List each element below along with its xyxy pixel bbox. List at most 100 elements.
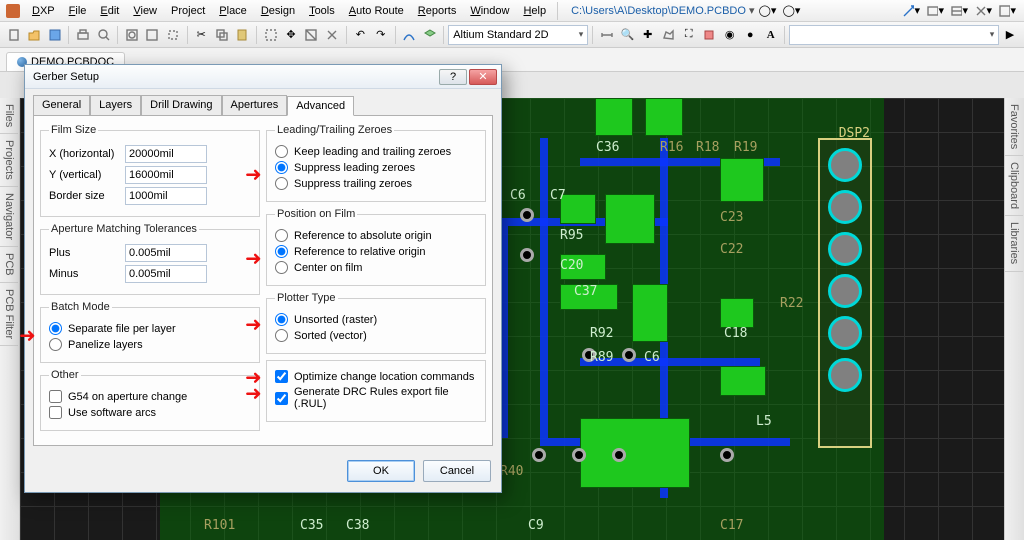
rail-projects[interactable]: Projects [0,134,18,187]
menu-view[interactable]: View [127,3,163,19]
menu-tools[interactable]: Tools [303,3,341,19]
check-g54[interactable] [49,390,62,403]
toolbar-1: ✂ ✥ ↶ ↷ Altium Standard 2D 🔍 ✚ ⛶ ◉ ● A ▶ [0,22,1024,48]
copy-icon[interactable] [213,26,230,44]
filter-go-icon[interactable]: ▶ [1001,26,1018,44]
aperture-minus-input[interactable] [125,265,207,283]
open-icon[interactable] [25,26,42,44]
check-softarcs[interactable] [49,406,62,419]
menu-reports[interactable]: Reports [412,3,463,19]
tb-comp-icon[interactable] [701,26,718,44]
radio-rel-origin[interactable] [275,245,288,258]
zoom-fit-icon[interactable] [144,26,161,44]
dialog-title: Gerber Setup [33,71,99,83]
preview-icon[interactable] [95,26,112,44]
rail-files[interactable]: Files [0,98,18,134]
check-optimize[interactable] [275,370,288,383]
film-x-input[interactable] [125,145,207,163]
film-border-input[interactable] [125,187,207,205]
tb-pad-icon[interactable]: ● [741,26,758,44]
filter-dropdown[interactable] [789,25,999,45]
menu-file[interactable]: File [63,3,93,19]
save-icon[interactable] [46,26,63,44]
radio-suppress-trailing[interactable] [275,177,288,190]
group-plotter: ➜ Plotter Type Unsorted (raster) Sorted … [266,292,486,354]
ok-button[interactable]: OK [347,460,415,482]
new-icon[interactable] [5,26,22,44]
dialog-titlebar[interactable]: Gerber Setup ? ✕ [25,65,501,89]
radio-panelize[interactable] [49,338,62,351]
tab-apertures[interactable]: Apertures [222,95,288,115]
cut-icon[interactable]: ✂ [192,26,209,44]
paste-icon[interactable] [233,26,250,44]
tb-poly-icon[interactable] [660,26,677,44]
menu-bar: DXP File Edit View Project Place Design … [0,0,1024,22]
menu-help[interactable]: Help [517,3,552,19]
zoom-area-icon[interactable] [123,26,140,44]
tab-general[interactable]: General [33,95,90,115]
group-other-left: Other G54 on aperture change Use softwar… [40,369,260,431]
rail-libraries[interactable]: Libraries [1005,216,1023,271]
cancel-button[interactable]: Cancel [423,460,491,482]
rail-pcbfilter[interactable]: PCB Filter [0,283,18,346]
tool-c-icon[interactable]: ▾ [949,2,969,20]
tb-net-icon[interactable]: ⛶ [680,26,697,44]
nav-back-icon[interactable]: ◯▾ [758,2,778,20]
tool-d-icon[interactable]: ▾ [973,2,993,20]
menu-place[interactable]: Place [213,3,253,19]
print-icon[interactable] [74,26,91,44]
menu-project[interactable]: Project [165,3,211,19]
radio-separate-file[interactable] [49,322,62,335]
move-icon[interactable]: ✥ [282,26,299,44]
tb-cross-icon[interactable]: ✚ [639,26,656,44]
menu-window[interactable]: Window [464,3,515,19]
group-aperture-tol: Aperture Matching Tolerances Plus Minus [40,223,260,295]
right-panel-rail: Favorites Clipboard Libraries [1004,98,1024,540]
tb-dim-icon[interactable] [598,26,615,44]
route-icon[interactable] [400,26,417,44]
tb-via-icon[interactable]: ◉ [721,26,738,44]
rail-navigator[interactable]: Navigator [0,187,18,247]
menu-autoroute[interactable]: Auto Route [343,3,410,19]
tool-a-icon[interactable]: ▾ [901,2,921,20]
film-y-input[interactable] [125,166,207,184]
zoom-sel-icon[interactable] [164,26,181,44]
aperture-plus-input[interactable] [125,244,207,262]
tab-layers[interactable]: Layers [90,95,141,115]
undo-icon[interactable]: ↶ [352,26,369,44]
radio-abs-origin[interactable] [275,229,288,242]
tb-text-icon[interactable]: A [762,26,779,44]
app-logo-icon [6,4,20,18]
tool-b-icon[interactable]: ▾ [925,2,945,20]
menu-dxp[interactable]: DXP [26,3,61,19]
menu-design[interactable]: Design [255,3,301,19]
redo-icon[interactable]: ↷ [372,26,389,44]
check-gen-drc[interactable] [275,392,288,405]
select-rect-icon[interactable] [262,26,279,44]
rail-clipboard[interactable]: Clipboard [1005,156,1023,216]
gerber-setup-dialog: Gerber Setup ? ✕ General Layers Drill Dr… [24,64,502,493]
radio-center-film[interactable] [275,261,288,274]
group-film-size: Film Size X (horizontal) Y (vertical) Bo… [40,124,260,217]
help-button[interactable]: ? [439,69,467,85]
tb-mag-icon[interactable]: 🔍 [619,26,636,44]
layer-icon[interactable] [421,26,438,44]
radio-keep-zeros[interactable] [275,145,288,158]
rail-favorites[interactable]: Favorites [1005,98,1023,156]
radio-suppress-leading[interactable] [275,161,288,174]
tab-drill[interactable]: Drill Drawing [141,95,221,115]
tab-advanced[interactable]: Advanced [287,96,354,116]
group-other-right: ➜ ➜ Optimize change location commands Ge… [266,360,486,422]
nav-fwd-icon[interactable]: ◯▾ [782,2,802,20]
rail-pcb[interactable]: PCB [0,247,18,283]
radio-unsorted[interactable] [275,313,288,326]
tool-e-icon[interactable]: ▾ [997,2,1017,20]
group-batch-mode: ➜ Batch Mode Separate file per layer Pan… [40,301,260,363]
breadcrumb[interactable]: C:\Users\A\Desktop\DEMO.PCBDO ▾ [571,4,754,17]
layer-set-dropdown[interactable]: Altium Standard 2D [448,25,588,45]
deselect-icon[interactable] [303,26,320,44]
clear-icon[interactable] [323,26,340,44]
menu-edit[interactable]: Edit [94,3,125,19]
radio-sorted[interactable] [275,329,288,342]
close-button[interactable]: ✕ [469,69,497,85]
